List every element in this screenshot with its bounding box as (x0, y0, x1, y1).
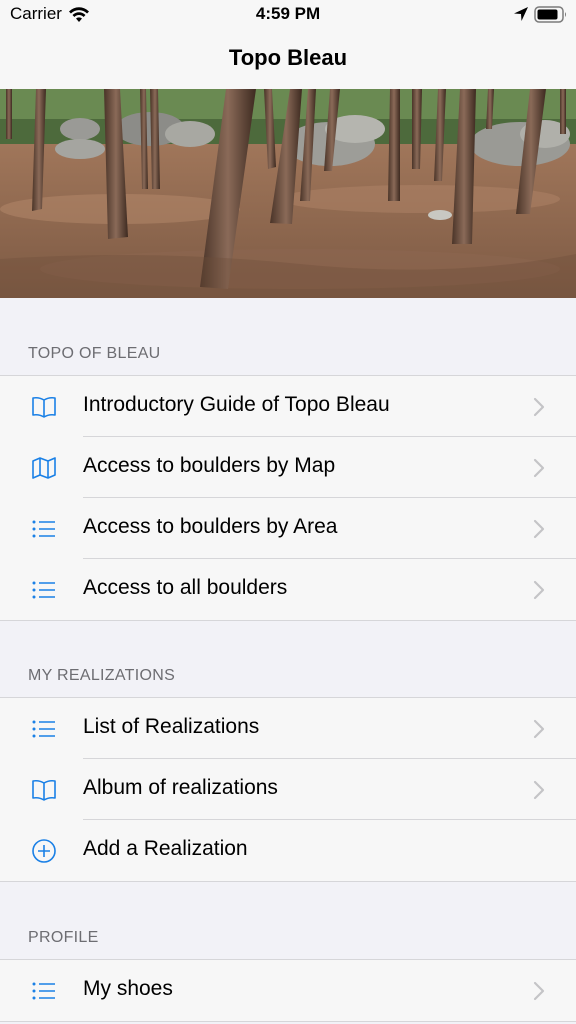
cell-label: List of Realizations (83, 715, 260, 738)
page-title: Topo Bleau (228, 45, 348, 70)
chevron-right-icon (533, 981, 545, 1001)
cell-album-of-realizations[interactable]: Album of realizations (0, 759, 576, 820)
cell-boulders-by-area[interactable]: Access to boulders by Area (0, 498, 576, 559)
cell-list-of-realizations[interactable]: List of Realizations (0, 698, 576, 759)
cell-label: Access to boulders by Area (83, 515, 338, 538)
cell-boulders-by-map[interactable]: Access to boulders by Map (0, 437, 576, 498)
book-icon (32, 396, 56, 418)
list-icon (32, 982, 55, 1000)
cell-all-boulders[interactable]: Access to all boulders (0, 559, 576, 620)
chevron-right-icon (533, 719, 545, 739)
hero-forest-image (0, 89, 576, 298)
status-bar: Carrier 4:59 PM (0, 0, 576, 30)
cell-label: Access to all boulders (83, 576, 288, 599)
list-icon (32, 581, 55, 599)
status-time: 4:59 PM (255, 4, 321, 23)
chevron-right-icon (533, 519, 545, 539)
cell-label: Add a Realization (83, 837, 248, 860)
cell-label: My shoes (83, 977, 173, 1000)
plus-circle-icon (32, 839, 56, 863)
forest-photo (0, 89, 576, 298)
cell-introductory-guide[interactable]: Introductory Guide of Topo Bleau (0, 376, 576, 437)
topo-group: Introductory Guide of Topo Bleau Access … (0, 375, 576, 621)
navigation-bar: Topo Bleau (0, 30, 576, 89)
realizations-group: List of Realizations Album of realizatio… (0, 697, 576, 882)
profile-group: My shoes (0, 959, 576, 1022)
list-icon (32, 520, 55, 538)
cell-my-shoes[interactable]: My shoes (0, 960, 576, 1021)
section-header-topo: TOPO OF BLEAU (28, 345, 161, 362)
cell-label: Introductory Guide of Topo Bleau (83, 393, 390, 416)
battery-icon (534, 6, 566, 23)
chevron-right-icon (533, 780, 545, 800)
cell-label: Access to boulders by Map (83, 454, 336, 477)
section-header-realizations: MY REALIZATIONS (28, 667, 176, 684)
chevron-right-icon (533, 397, 545, 417)
section-header-profile: PROFILE (28, 929, 99, 946)
cell-add-realization[interactable]: Add a Realization (0, 820, 576, 881)
cell-label: Album of realizations (83, 776, 278, 799)
location-arrow-icon (514, 7, 528, 21)
map-icon (32, 457, 56, 479)
list-icon (32, 720, 55, 738)
chevron-right-icon (533, 458, 545, 478)
book-icon (32, 779, 56, 801)
chevron-right-icon (533, 580, 545, 600)
